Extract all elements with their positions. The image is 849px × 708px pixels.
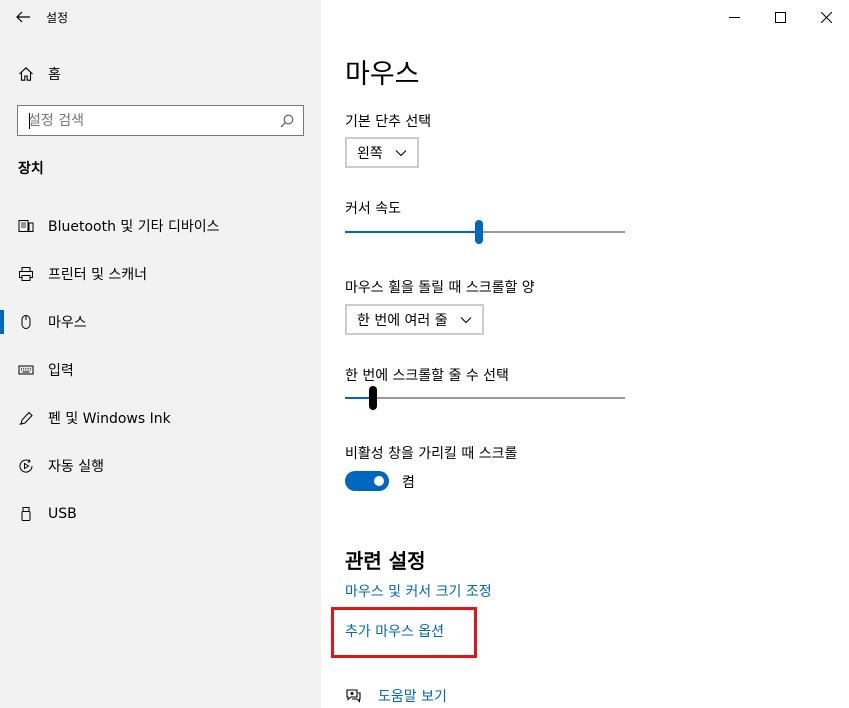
lines-per-scroll-slider[interactable] — [345, 386, 625, 410]
sidebar-item-label: 마우스 — [48, 315, 87, 331]
home-link[interactable]: 홈 — [18, 62, 61, 86]
close-icon — [820, 11, 832, 23]
sidebar-item-printers[interactable]: 프린터 및 스캐너 — [0, 250, 321, 298]
primary-button-dropdown[interactable]: 왼쪽 — [345, 137, 419, 168]
sidebar-item-label: 입력 — [48, 363, 74, 379]
dropdown-value: 왼쪽 — [357, 145, 383, 162]
minimize-icon — [728, 16, 740, 18]
sidebar-item-label: Bluetooth 및 기타 디바이스 — [48, 219, 220, 235]
maximize-button[interactable] — [757, 0, 803, 34]
active-indicator — [0, 310, 4, 334]
title-bar: 설정 — [0, 0, 321, 34]
wheel-scroll-dropdown[interactable]: 한 번에 여러 줄 — [345, 304, 484, 335]
mouse-cursor-size-link[interactable]: 마우스 및 커서 크기 조정 — [345, 581, 492, 601]
mouse-icon — [18, 314, 34, 330]
close-button[interactable] — [803, 0, 849, 34]
text-caret — [29, 113, 30, 129]
nav-list: Bluetooth 및 기타 디바이스 프린터 및 스캐너 마우스 입력 펜 및… — [0, 202, 321, 538]
bluetooth-devices-icon — [18, 218, 34, 234]
get-help-link[interactable]: 도움말 보기 — [345, 686, 447, 706]
maximize-icon — [774, 11, 786, 23]
pen-icon — [18, 410, 34, 426]
search-box[interactable] — [17, 105, 304, 136]
wheel-scroll-label: 마우스 휠을 돌릴 때 스크롤할 양 — [345, 280, 535, 296]
section-title: 장치 — [18, 161, 44, 177]
highlight-box — [331, 607, 477, 658]
slider-fill — [345, 231, 479, 233]
sidebar-item-pen[interactable]: 펜 및 Windows Ink — [0, 394, 321, 442]
back-arrow-icon — [16, 11, 30, 23]
cursor-speed-label: 커서 속도 — [345, 201, 401, 217]
chevron-down-icon — [460, 316, 472, 323]
app-title: 설정 — [46, 10, 69, 25]
help-label: 도움말 보기 — [378, 689, 447, 705]
home-label: 홈 — [48, 67, 61, 83]
home-icon — [19, 67, 33, 81]
usb-icon — [18, 506, 34, 522]
sidebar-item-label: 자동 실행 — [48, 459, 104, 475]
toggle-state-label: 켬 — [402, 475, 415, 491]
inactive-scroll-toggle[interactable] — [345, 471, 389, 491]
toggle-knob — [374, 476, 384, 486]
slider-thumb[interactable] — [475, 220, 483, 244]
page-title: 마우스 — [345, 59, 420, 90]
sidebar-item-label: 프린터 및 스캐너 — [48, 267, 148, 283]
chevron-down-icon — [395, 149, 407, 156]
sidebar-item-label: 펜 및 Windows Ink — [48, 411, 171, 427]
sidebar: 설정 홈 장치 Bluetooth 및 기타 디바이스 프린터 및 스캐너 — [0, 0, 321, 708]
cursor-speed-slider[interactable] — [345, 220, 625, 244]
search-icon — [280, 114, 294, 127]
slider-thumb[interactable] — [369, 386, 377, 410]
sidebar-item-label: USB — [48, 506, 77, 522]
sidebar-item-usb[interactable]: USB — [0, 490, 321, 538]
dropdown-value: 한 번에 여러 줄 — [357, 312, 448, 329]
slider-track — [373, 397, 625, 399]
lines-per-scroll-label: 한 번에 스크롤할 줄 수 선택 — [345, 368, 509, 384]
slider-track — [479, 231, 625, 233]
primary-button-label: 기본 단추 선택 — [345, 114, 432, 130]
sidebar-item-autoplay[interactable]: 자동 실행 — [0, 442, 321, 490]
autoplay-icon — [18, 458, 34, 474]
minimize-button[interactable] — [711, 0, 757, 34]
back-button[interactable] — [0, 0, 46, 34]
printer-icon — [18, 266, 34, 282]
window-controls — [711, 0, 849, 34]
inactive-scroll-label: 비활성 창을 가리킬 때 스크롤 — [345, 446, 518, 462]
help-chat-icon — [346, 688, 361, 703]
sidebar-item-bluetooth[interactable]: Bluetooth 및 기타 디바이스 — [0, 202, 321, 250]
sidebar-item-mouse[interactable]: 마우스 — [0, 298, 321, 346]
search-input[interactable] — [18, 106, 280, 135]
sidebar-item-typing[interactable]: 입력 — [0, 346, 321, 394]
related-settings-title: 관련 설정 — [345, 549, 426, 573]
keyboard-icon — [18, 362, 34, 378]
